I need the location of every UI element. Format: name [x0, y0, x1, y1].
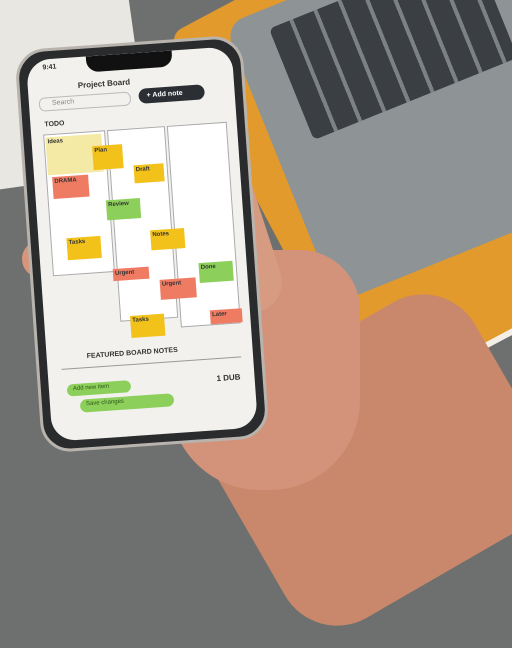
section-label: TODO: [44, 120, 65, 129]
note-card[interactable]: Urgent: [112, 266, 150, 282]
search-input[interactable]: Search: [38, 91, 132, 112]
note-card[interactable]: Urgent: [159, 277, 197, 300]
phone-screen: 9:41 Project Board Search + Add note TOD…: [25, 46, 259, 442]
search-placeholder: Search: [51, 98, 75, 107]
app-title: Project Board: [77, 77, 131, 91]
note-card[interactable]: Notes: [150, 228, 186, 251]
note-card[interactable]: DRAMA: [52, 174, 90, 200]
status-time: 9:41: [42, 63, 57, 72]
add-note-label: + Add note: [146, 89, 183, 100]
note-card[interactable]: Tasks: [66, 235, 102, 261]
note-card[interactable]: Plan: [92, 144, 124, 171]
note-card[interactable]: Tasks: [129, 313, 166, 338]
laptop-keyboard: [268, 0, 512, 141]
note-card[interactable]: Draft: [133, 163, 165, 184]
footer-title: FEATURED BOARD NOTES: [86, 346, 179, 361]
page-count: 1 DUB: [216, 372, 241, 384]
note-card[interactable]: Later: [209, 308, 243, 325]
smartphone: 9:41 Project Board Search + Add note TOD…: [14, 34, 270, 454]
note-card[interactable]: Done: [198, 260, 234, 284]
phone-notch: [85, 50, 173, 73]
add-note-button[interactable]: + Add note: [138, 84, 206, 104]
save-changes-button[interactable]: Save changes: [79, 393, 175, 413]
note-card[interactable]: Review: [105, 198, 142, 221]
add-item-button[interactable]: Add new item: [66, 380, 132, 397]
